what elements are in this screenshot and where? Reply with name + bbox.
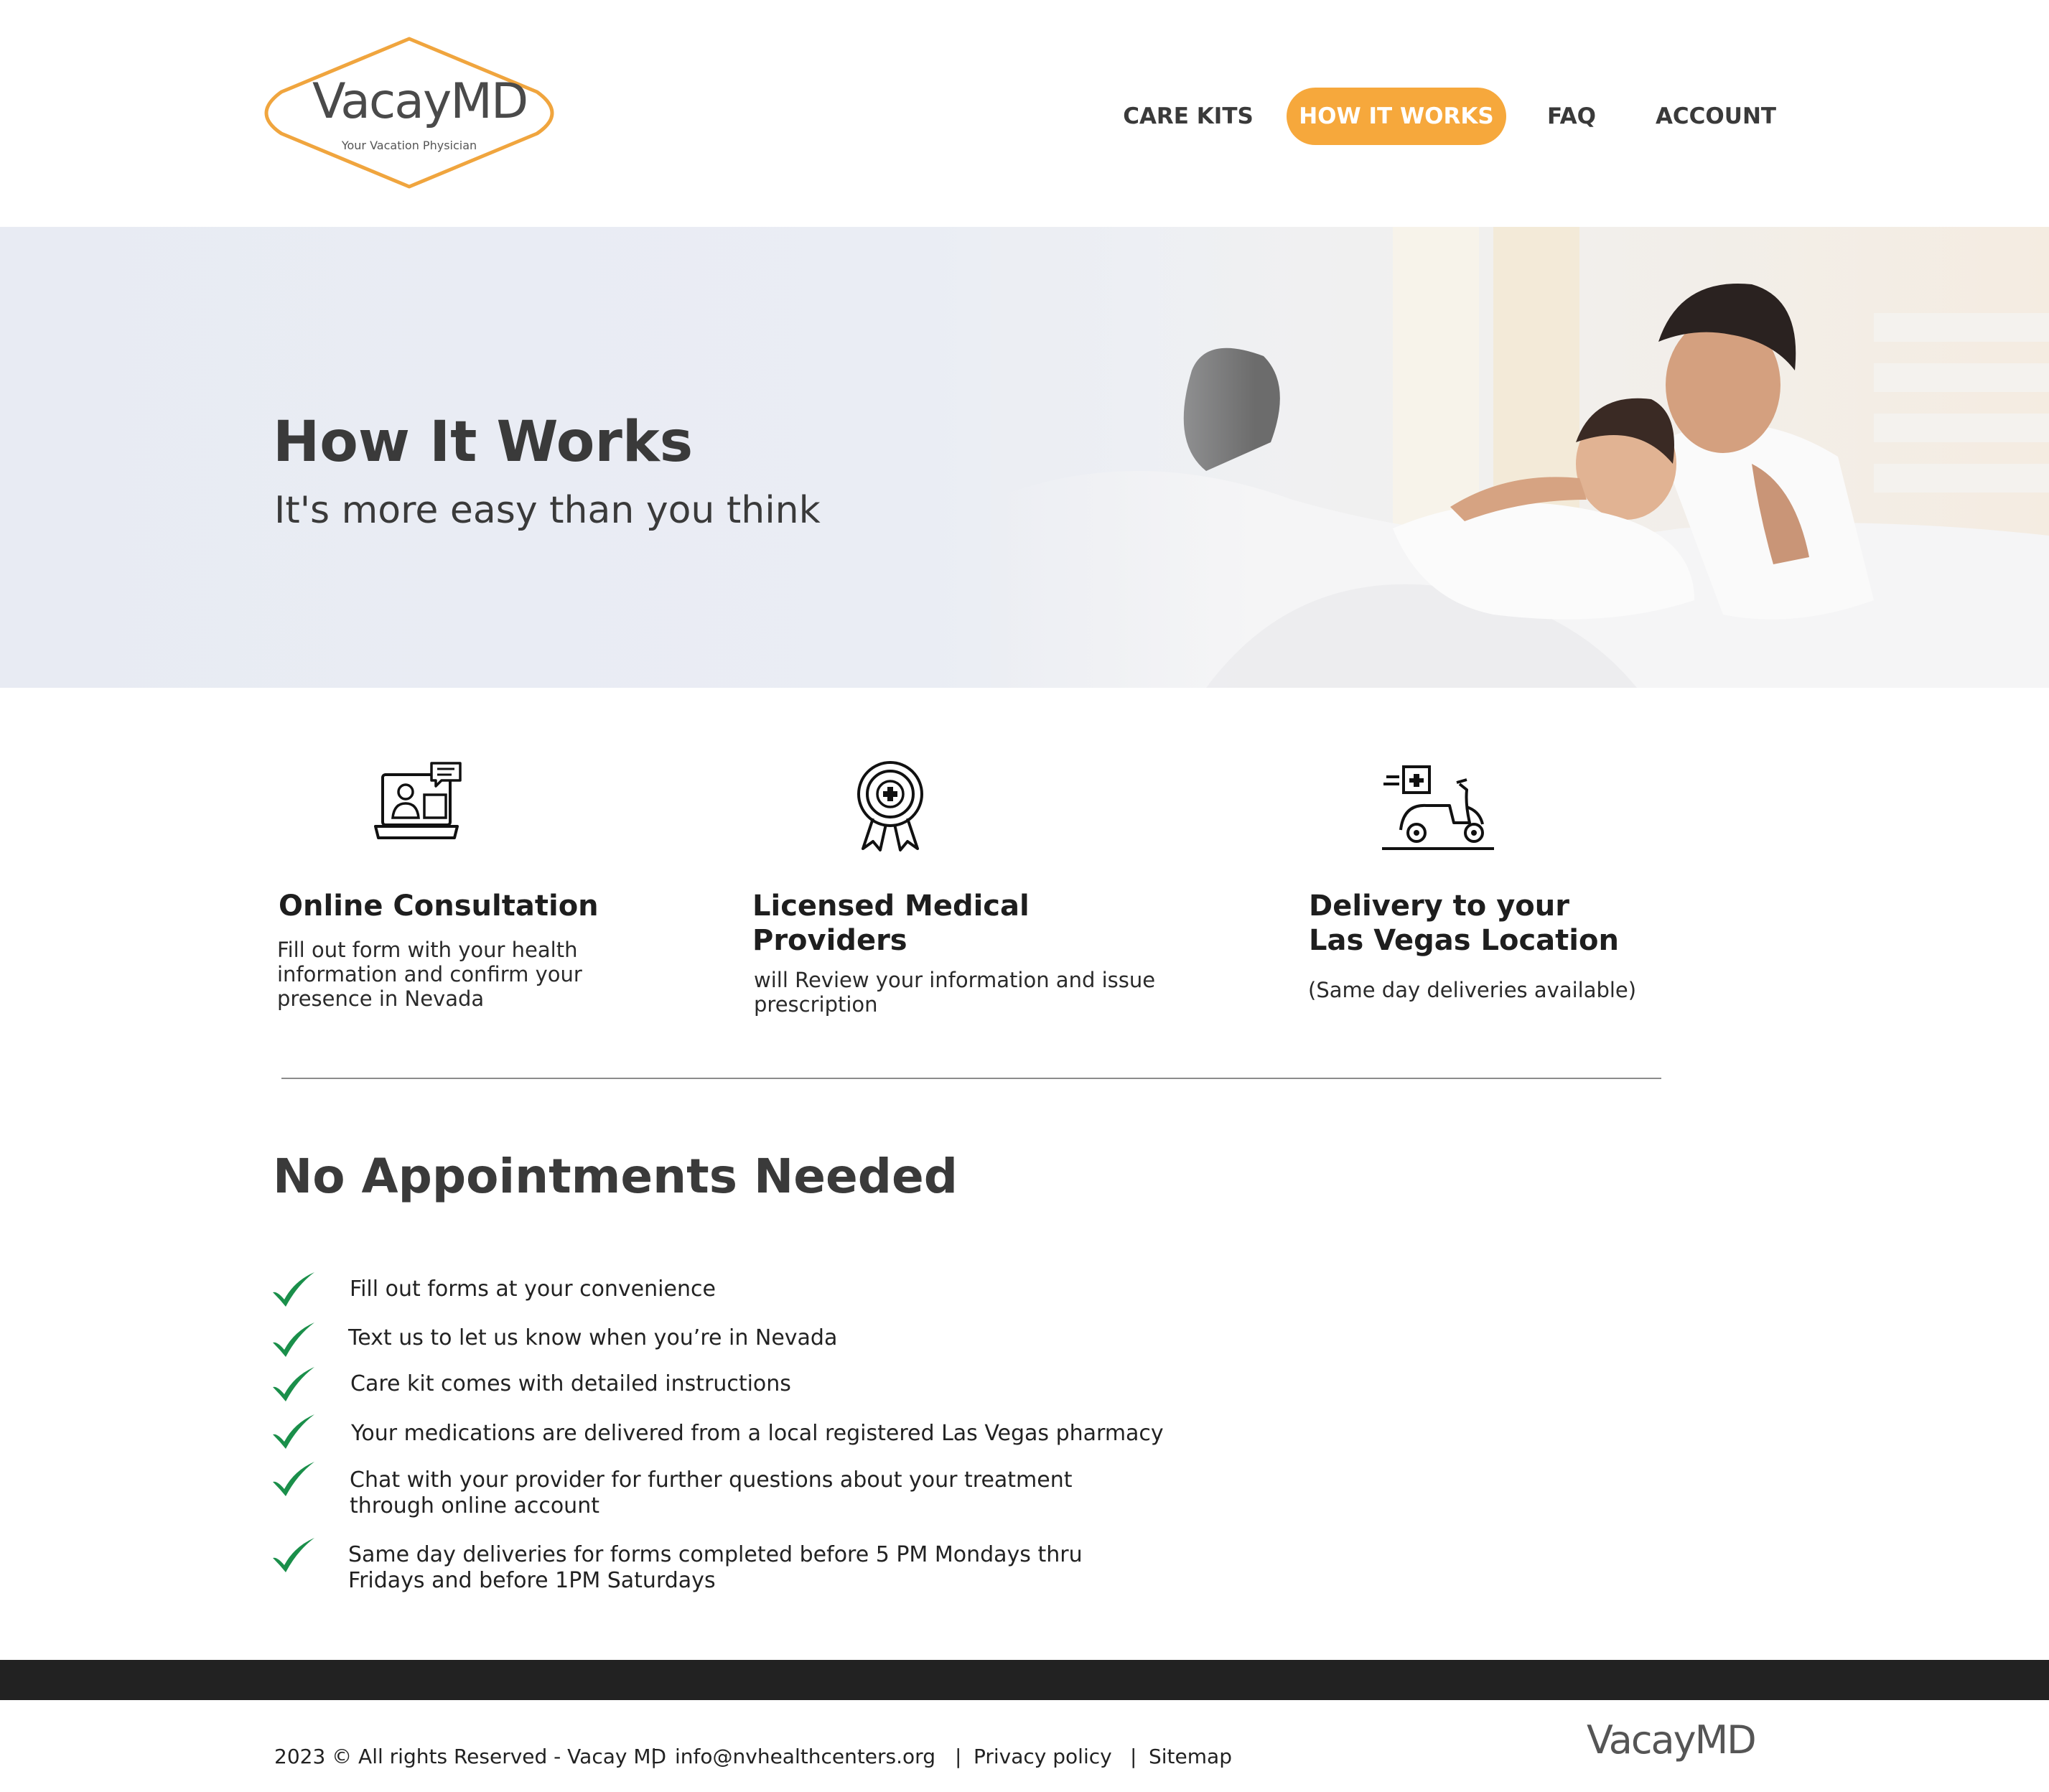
checklist-item: Care kit comes with detailed instruction… (350, 1371, 791, 1396)
medical-badge-icon (857, 761, 923, 851)
step-licensed-providers-title: Licensed Medical Providers (752, 890, 1030, 957)
nav-account[interactable]: ACCOUNT (1644, 88, 1788, 145)
checkmark-icon (273, 1462, 314, 1496)
delivery-scooter-icon (1382, 765, 1494, 850)
site-header: VacayMD Your Vacation Physician CARE KIT… (0, 0, 2049, 227)
footer-separator: | (1130, 1745, 1137, 1768)
footer-sitemap-link[interactable]: Sitemap (1149, 1745, 1232, 1768)
step-online-consultation-desc: Fill out form with your health informati… (277, 938, 582, 1011)
no-appointments-heading: No Appointments Needed (273, 1149, 958, 1204)
checkmark-icon (273, 1538, 314, 1572)
page-title: How It Works (273, 410, 694, 475)
footer-separator: | (955, 1745, 962, 1768)
step-licensed-providers-desc: will Review your information and issue p… (754, 968, 1156, 1017)
page-subtitle: It's more easy than you think (274, 489, 821, 532)
step-delivery-title: Delivery to your Las Vegas Location (1309, 890, 1619, 957)
nav-how-it-works[interactable]: HOW IT WORKS (1287, 88, 1506, 145)
step-delivery-desc: (Same day deliveries available) (1308, 978, 1637, 1002)
step-online-consultation-title: Online Consultation (279, 890, 599, 923)
checkmark-icon (273, 1322, 314, 1357)
footer-email-link[interactable]: info@nvhealthcenters.org (675, 1745, 935, 1768)
footer-separator: | (650, 1745, 658, 1768)
logo-tagline: Your Vacation Physician (341, 139, 477, 152)
checklist-item: Same day deliveries for forms completed … (348, 1542, 1083, 1593)
vacaymd-logo[interactable]: VacayMD Your Vacation Physician (251, 36, 567, 190)
checkmark-icon (273, 1367, 314, 1401)
nav-care-kits[interactable]: CARE KITS (1116, 88, 1260, 145)
checklist-item: Chat with your provider for further ques… (350, 1467, 1073, 1518)
checkmark-icon (273, 1272, 314, 1307)
checklist-item: Fill out forms at your convenience (350, 1277, 716, 1302)
checklist-item: Your medications are delivered from a lo… (351, 1421, 1164, 1446)
checklist-item: Text us to let us know when you’re in Ne… (348, 1325, 838, 1350)
footer-privacy-link[interactable]: Privacy policy (974, 1745, 1112, 1768)
footer-bar (0, 1660, 2049, 1700)
footer-logo[interactable]: VacayMD (1587, 1717, 1757, 1763)
hero-banner: How It Works It's more easy than you thi… (0, 227, 2049, 688)
checkmark-icon (273, 1414, 314, 1449)
logo-wordmark: VacayMD (312, 73, 528, 130)
nav-faq[interactable]: FAQ (1536, 88, 1607, 145)
footer-copyright: 2023 © All rights Reserved - Vacay MD (274, 1745, 667, 1768)
section-divider (281, 1078, 1661, 1079)
online-consultation-icon (374, 762, 462, 839)
couple-in-bed-photo (991, 227, 2049, 688)
site-footer: 2023 © All rights Reserved - Vacay MD | … (0, 1700, 2049, 1792)
